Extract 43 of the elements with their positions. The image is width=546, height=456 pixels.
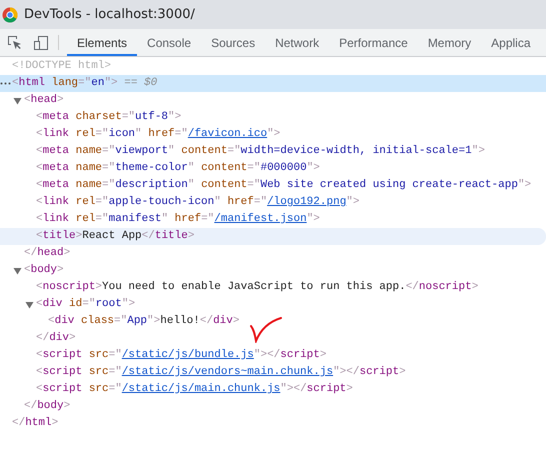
code-line: <link rel="icon" href="/favicon.ico">: [36, 127, 280, 142]
link[interactable]: /static/js/main.chunk.js: [122, 383, 280, 395]
tab[interactable]: Network: [265, 31, 330, 56]
link[interactable]: /favicon.ico: [188, 128, 268, 140]
tab[interactable]: Console: [137, 31, 202, 56]
expanded-triangle-icon[interactable]: [25, 300, 34, 308]
code-line: <head>: [24, 93, 64, 108]
browser-logo-icon: [2, 6, 18, 22]
code-line: <script src="/static/js/main.chunk.js"></script>: [36, 382, 353, 397]
link[interactable]: /static/js/bundle.js: [122, 349, 254, 361]
code-line: <link rel="manifest" href="/manifest.json">: [36, 212, 320, 227]
code-line: <meta name="viewport" content="width=device-width, initial-scale=1">: [36, 144, 485, 159]
code-line: <div class="App">hello!</div>: [48, 314, 240, 329]
code-line: <script src="/static/js/bundle.js"></script>: [36, 348, 326, 363]
code-line: </body>: [24, 399, 70, 414]
code-line: <script src="/static/js/vendors~main.chunk.js"></script>: [36, 365, 406, 380]
code-line: <body>: [24, 263, 64, 278]
code-line: <title>React App</title>: [36, 229, 194, 244]
code-line: <!DOCTYPE html>: [12, 59, 112, 74]
link[interactable]: /manifest.json: [214, 213, 307, 225]
tab[interactable]: Elements: [67, 31, 138, 56]
expanded-triangle-icon[interactable]: [13, 96, 22, 104]
ellipsis-icon[interactable]: [0, 82, 11, 85]
tab[interactable]: Performance: [329, 31, 418, 56]
link[interactable]: /static/js/vendors~main.chunk.js: [122, 366, 334, 378]
code-line: <noscript>You need to enable JavaScript to run this app.</noscript>: [36, 280, 478, 295]
code-line: <meta name="theme-color" content="#000000">: [36, 161, 320, 176]
code-line: </div>: [36, 331, 76, 346]
expanded-triangle-icon[interactable]: [13, 266, 22, 274]
code-line: <meta charset="utf-8">: [36, 110, 182, 125]
code-line: <div id="root">: [36, 297, 136, 312]
tab[interactable]: Applica: [481, 31, 541, 56]
selected-row[interactable]: <html lang="en"> == $0: [0, 75, 546, 92]
code-line: </html>: [12, 416, 58, 431]
tab[interactable]: Memory: [418, 31, 482, 56]
hovered-row[interactable]: <title>React App</title>: [0, 228, 546, 245]
link[interactable]: /logo192.png: [267, 196, 346, 208]
code-line: <link rel="apple-touch-icon" href="/logo192.png">: [36, 195, 360, 210]
tab[interactable]: Sources: [201, 31, 266, 56]
code-line: </head>: [24, 246, 70, 261]
code-line: <meta name="description" content="Web site created using create-react-app">: [36, 178, 532, 193]
code-line: <html lang="en"> == $0: [12, 76, 158, 91]
window-title: DevTools - localhost:3000/: [24, 7, 195, 22]
